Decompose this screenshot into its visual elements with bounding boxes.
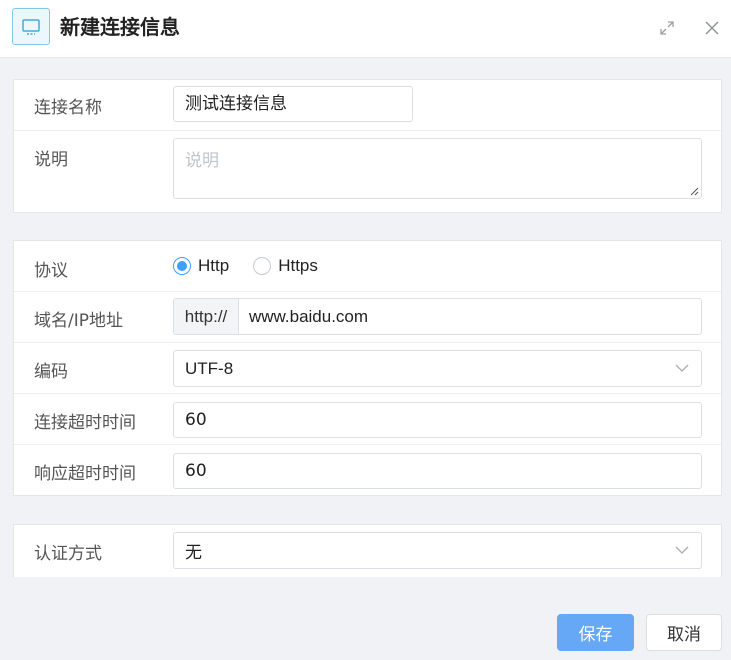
connection-name-input[interactable]: 测试连接信息 — [173, 86, 413, 122]
protocol-radio-group: Http Https — [173, 255, 342, 277]
monitor-icon — [12, 8, 50, 45]
connect-timeout-row: 连接超时时间 60 — [14, 394, 721, 445]
connection-section: 协议 Http Https 域名/IP地址 http:// www.baidu.… — [13, 240, 722, 496]
auth-method-value: 无 — [185, 543, 202, 562]
radio-unchecked-icon — [253, 257, 272, 275]
save-button[interactable]: 保存 — [557, 614, 634, 651]
protocol-label: 协议 — [34, 261, 68, 281]
new-connection-dialog: 新建连接信息 连接名称 测试连接信息 说明 说明 协议 Http Https 域… — [0, 0, 731, 660]
radio-checked-icon — [173, 257, 191, 275]
description-label: 说明 — [34, 150, 68, 170]
connect-timeout-label: 连接超时时间 — [34, 413, 136, 433]
encoding-label: 编码 — [34, 362, 68, 382]
connect-timeout-input[interactable]: 60 — [173, 402, 702, 438]
dialog-header: 新建连接信息 — [0, 0, 731, 58]
protocol-https-radio[interactable]: Https — [253, 256, 318, 276]
response-timeout-input[interactable]: 60 — [173, 453, 702, 489]
auth-section: 认证方式 无 — [13, 524, 722, 577]
chevron-down-icon — [675, 364, 689, 372]
protocol-https-label: Https — [278, 256, 318, 275]
description-row: 说明 说明 — [14, 131, 721, 213]
auth-method-select[interactable]: 无 — [173, 532, 702, 569]
host-prefix: http:// — [174, 299, 239, 334]
auth-method-label: 认证方式 — [34, 544, 102, 564]
dialog-title: 新建连接信息 — [60, 15, 180, 39]
host-label: 域名/IP地址 — [34, 311, 123, 331]
cancel-button[interactable]: 取消 — [646, 614, 722, 651]
encoding-select[interactable]: UTF-8 — [173, 350, 702, 387]
response-timeout-label: 响应超时时间 — [34, 464, 136, 484]
basic-info-section: 连接名称 测试连接信息 说明 说明 — [13, 79, 722, 213]
protocol-row: 协议 Http Https — [14, 241, 721, 292]
name-label: 连接名称 — [34, 98, 102, 118]
encoding-row: 编码 UTF-8 — [14, 343, 721, 394]
chevron-down-icon — [675, 546, 689, 554]
maximize-icon[interactable] — [657, 18, 677, 38]
host-input-group: http:// www.baidu.com — [173, 298, 702, 335]
protocol-http-radio[interactable]: Http — [173, 256, 229, 276]
protocol-http-label: Http — [198, 256, 230, 275]
resize-grip-icon[interactable] — [689, 186, 699, 196]
description-placeholder: 说明 — [185, 151, 219, 171]
auth-method-row: 认证方式 无 — [14, 525, 721, 577]
name-row: 连接名称 测试连接信息 — [14, 80, 721, 131]
close-icon[interactable] — [702, 18, 722, 38]
host-input[interactable]: www.baidu.com — [239, 299, 701, 334]
description-textarea[interactable]: 说明 — [173, 138, 702, 199]
host-row: 域名/IP地址 http:// www.baidu.com — [14, 292, 721, 343]
response-timeout-row: 响应超时时间 60 — [14, 445, 721, 496]
encoding-value: UTF-8 — [185, 358, 234, 378]
